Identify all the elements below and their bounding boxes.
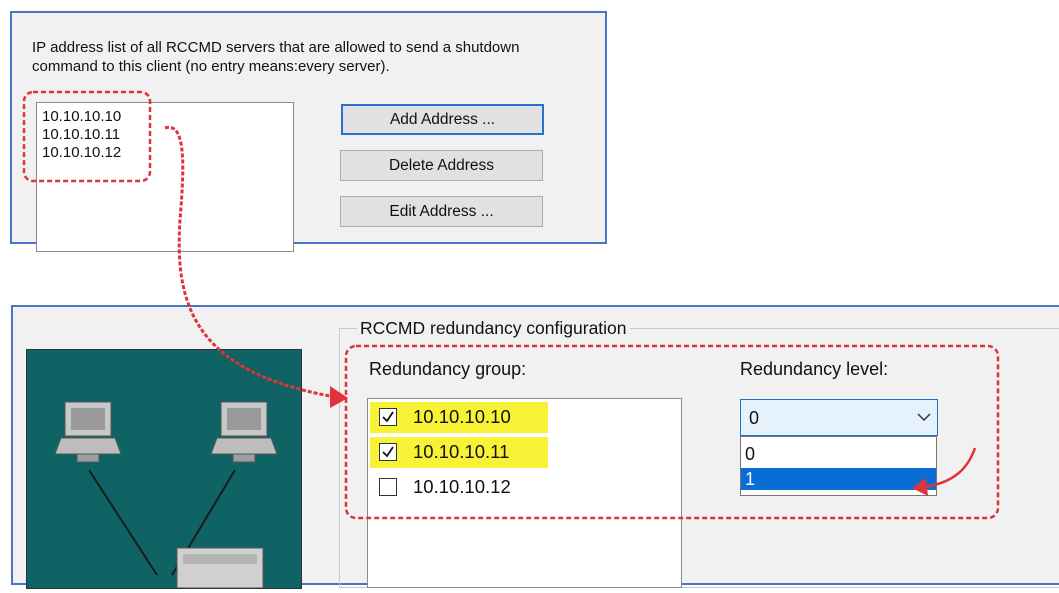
checkbox-empty-icon[interactable] (379, 478, 397, 496)
list-item[interactable]: 10.10.10.12 (37, 144, 293, 162)
edit-address-button[interactable]: Edit Address ... (340, 196, 543, 227)
redundancy-group-title: RCCMD redundancy configuration (357, 318, 630, 339)
dropdown-option[interactable]: 0 (741, 443, 936, 465)
group-item-2[interactable]: 10.10.10.11 (368, 434, 681, 469)
group-item-label: 10.10.10.11 (413, 441, 510, 462)
group-item-3[interactable]: 10.10.10.12 (368, 469, 681, 504)
add-address-button[interactable]: Add Address ... (341, 104, 544, 135)
selected-value: 0 (749, 408, 760, 428)
address-list[interactable]: 10.10.10.10 10.10.10.11 10.10.10.12 (36, 102, 294, 252)
checkbox-checked-icon[interactable] (379, 443, 397, 461)
list-item[interactable]: 10.10.10.11 (37, 126, 293, 144)
servers-description: IP address list of all RCCMD servers tha… (32, 39, 520, 75)
chevron-down-icon[interactable] (917, 412, 931, 422)
checkbox-checked-icon[interactable] (379, 408, 397, 426)
server-icon (176, 547, 264, 589)
redundancy-level-label: Redundancy level: (740, 359, 889, 379)
computer-icon (210, 401, 278, 463)
redundancy-panel: RCCMD redundancy configuration Redundanc… (11, 305, 1059, 589)
group-item-1[interactable]: 10.10.10.10 (368, 399, 681, 434)
list-item[interactable]: 10.10.10.10 (37, 108, 293, 126)
group-item-label: 10.10.10.10 (413, 406, 511, 427)
rccmd-servers-panel: IP address list of all RCCMD servers tha… (10, 11, 607, 252)
delete-address-button[interactable]: Delete Address (340, 150, 543, 181)
redundancy-level-dropdown[interactable]: 0 1 (740, 436, 937, 496)
redundancy-group-label: Redundancy group: (369, 359, 527, 379)
redundancy-group-list[interactable]: 10.10.10.10 10.10.10.11 10.10.10.12 (367, 398, 682, 588)
network-diagram (26, 349, 302, 589)
group-item-label: 10.10.10.12 (413, 476, 511, 497)
dropdown-option-selected[interactable]: 1 (741, 468, 936, 490)
computer-icon (54, 401, 122, 463)
redundancy-level-select[interactable]: 0 (740, 399, 938, 436)
